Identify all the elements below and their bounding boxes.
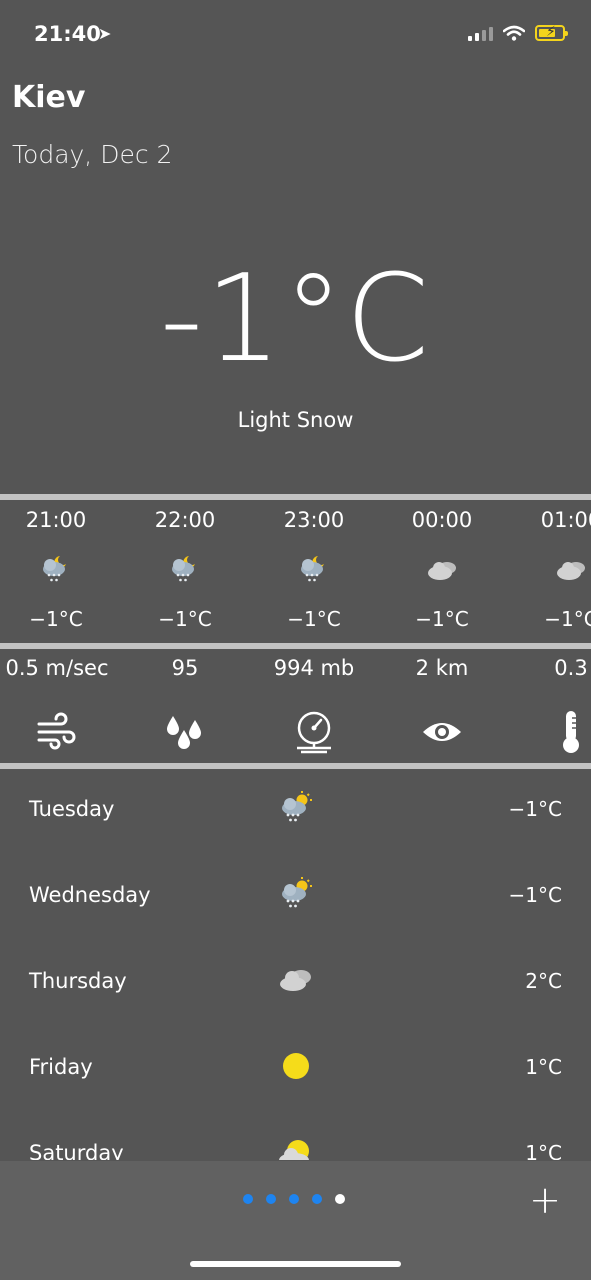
hourly-temperature: −1°C xyxy=(544,607,591,631)
page-dot[interactable] xyxy=(289,1194,299,1204)
hourly-time: 23:00 xyxy=(283,508,345,532)
status-time: 21:40 xyxy=(34,22,101,46)
snow-cloud-sun-icon xyxy=(282,791,312,822)
day-name: Friday xyxy=(29,1055,93,1079)
wifi-icon xyxy=(503,25,525,41)
hourly-time: 22:00 xyxy=(154,508,216,532)
page-dot[interactable] xyxy=(266,1194,276,1204)
current-condition: Light Snow xyxy=(237,408,354,432)
thermometer-icon xyxy=(563,711,579,753)
day-temperature: −1°C xyxy=(508,797,562,821)
location-arrow-icon: ➤ xyxy=(98,24,112,43)
hourly-temperature: −1°C xyxy=(29,607,83,631)
current-date: Today, Dec 2 xyxy=(12,140,173,169)
daily-forecast[interactable]: Tuesday −1°C Wednesday −1°C Thursday 2°C xyxy=(0,768,591,1160)
snow-cloud-moon-icon xyxy=(301,556,324,582)
day-name: Tuesday xyxy=(29,797,115,821)
hourly-temperature: −1°C xyxy=(158,607,212,631)
status-indicators: ⚡ xyxy=(468,24,568,41)
day-temperature: 1°C xyxy=(525,1141,562,1160)
pressure-gauge-icon xyxy=(297,711,331,754)
snow-cloud-moon-icon xyxy=(43,556,66,582)
day-temperature: 1°C xyxy=(525,1055,562,1079)
page-dot[interactable] xyxy=(312,1194,322,1204)
bottom-bar: + xyxy=(0,1161,591,1280)
page-dot[interactable] xyxy=(243,1194,253,1204)
add-city-button[interactable]: + xyxy=(529,1178,561,1222)
visibility-eye-icon xyxy=(423,723,461,741)
hourly-time: 00:00 xyxy=(411,508,473,532)
wind-icon xyxy=(37,712,76,750)
hourly-temperature: −1°C xyxy=(415,607,469,631)
battery-icon: ⚡ xyxy=(535,24,568,41)
detail-value: 95 xyxy=(171,656,199,680)
daily-row: Tuesday −1°C xyxy=(0,768,591,854)
status-bar: 21:40 ➤ ⚡ xyxy=(0,0,591,70)
day-name: Wednesday xyxy=(29,883,151,907)
divider xyxy=(0,643,591,649)
cloud-icon xyxy=(557,562,585,580)
cellular-signal-icon xyxy=(468,25,493,41)
hourly-temperature: −1°C xyxy=(287,607,341,631)
detail-value: 2 km xyxy=(415,656,469,680)
hourly-time: 01:00 xyxy=(540,508,591,532)
weather-details[interactable]: 0.5 m/sec 95 994 mb 2 km 0.3 xyxy=(0,650,591,762)
hourly-time: 21:00 xyxy=(25,508,87,532)
sun-cloud-icon xyxy=(279,1140,309,1160)
day-name: Saturday xyxy=(29,1141,124,1160)
home-indicator[interactable] xyxy=(190,1261,401,1267)
page-indicator[interactable] xyxy=(243,1194,345,1204)
detail-value: 0.3 xyxy=(554,656,588,680)
page-dot-active[interactable] xyxy=(335,1194,345,1204)
cloud-icon xyxy=(280,970,311,991)
detail-value: 0.5 m/sec xyxy=(5,656,109,680)
daily-row: Saturday 1°C xyxy=(0,1112,591,1160)
humidity-icon xyxy=(167,716,201,749)
daily-row: Wednesday −1°C xyxy=(0,854,591,940)
current-temperature: -1°C xyxy=(159,250,432,389)
hourly-forecast[interactable]: 21:00 −1°C 22:00 −1°C 23:00 −1°C 00:00 −… xyxy=(0,500,591,642)
day-temperature: −1°C xyxy=(508,883,562,907)
city-name: Kiev xyxy=(12,80,86,115)
day-name: Thursday xyxy=(29,969,127,993)
snow-cloud-moon-icon xyxy=(172,556,195,582)
sun-icon xyxy=(283,1053,309,1079)
daily-row: Thursday 2°C xyxy=(0,940,591,1026)
cloud-icon xyxy=(428,562,456,580)
detail-value: 994 mb xyxy=(273,656,355,680)
daily-row: Friday 1°C xyxy=(0,1026,591,1112)
snow-cloud-sun-icon xyxy=(282,877,312,908)
day-temperature: 2°C xyxy=(525,969,562,993)
